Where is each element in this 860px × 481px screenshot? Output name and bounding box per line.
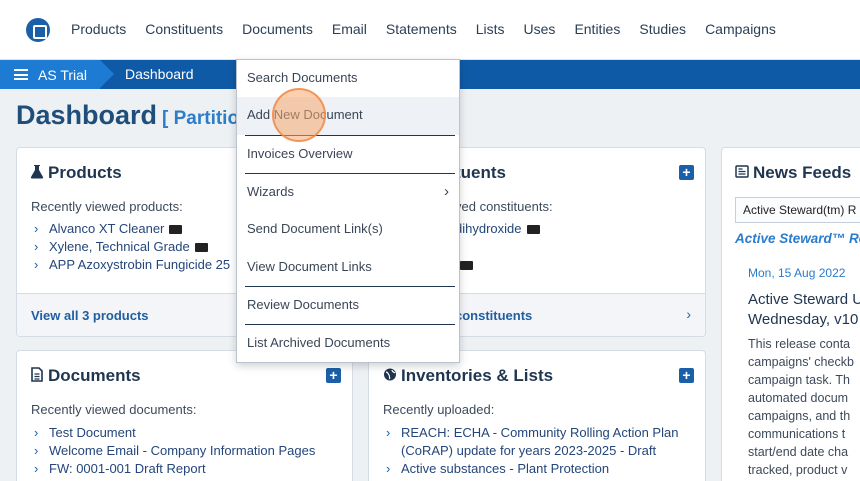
- constituents-list: dihydroxide: [455, 220, 540, 238]
- menu-item-wizards[interactable]: Wizards ›: [237, 174, 459, 212]
- menu-item-send-document-links[interactable]: Send Document Link(s): [237, 211, 459, 249]
- chevron-right-icon: ›: [386, 461, 391, 476]
- news-body: This release conta campaigns' checkb cam…: [748, 337, 854, 477]
- documents-card: Documents + Recently viewed documents: ›…: [16, 350, 353, 481]
- nav-uses[interactable]: Uses: [524, 21, 556, 37]
- news-date: Mon, 15 Aug 2022: [748, 266, 846, 280]
- breadcrumb-home[interactable]: AS Trial: [0, 60, 114, 89]
- chevron-right-icon: ›: [34, 257, 39, 272]
- add-document-button[interactable]: +: [326, 368, 341, 383]
- chevron-right-icon[interactable]: ›: [686, 306, 691, 322]
- news-brand: Active Steward™ Re: [735, 231, 860, 246]
- laptop-icon: [526, 225, 540, 234]
- click-indicator: [272, 88, 326, 142]
- nav-studies[interactable]: Studies: [639, 21, 686, 37]
- menu-item-search-documents[interactable]: Search Documents: [237, 60, 459, 98]
- laptop-icon: [169, 225, 183, 234]
- news-source-select[interactable]: Active Steward(tm) R: [735, 197, 860, 223]
- breadcrumb-current: Dashboard: [125, 66, 194, 82]
- nav-products[interactable]: Products: [71, 21, 126, 37]
- list-item[interactable]: › Welcome Email - Company Information Pag…: [34, 442, 315, 460]
- laptop-icon: [194, 243, 208, 252]
- nav-email[interactable]: Email: [332, 21, 367, 37]
- hamburger-icon[interactable]: [14, 69, 28, 80]
- breadcrumb-home-label: AS Trial: [38, 66, 88, 83]
- documents-dropdown-menu: Search Documents Add New Document Invoic…: [236, 59, 460, 363]
- chevron-right-icon: ›: [386, 425, 391, 440]
- news-feeds-title: News Feeds: [735, 163, 851, 183]
- products-card-title: Products: [30, 163, 122, 183]
- add-inventory-button[interactable]: +: [679, 368, 694, 383]
- inventories-card: Inventories & Lists + Recently uploaded:…: [368, 350, 706, 481]
- list-item[interactable]: ›(CoRAP) update for years 2023-2025 - Dr…: [386, 442, 678, 460]
- laptop-icon: [460, 261, 473, 270]
- list-item[interactable]: › Alvanco XT Cleaner: [34, 220, 230, 238]
- newspaper-icon: [735, 165, 749, 178]
- view-all-constituents-link[interactable]: constituents: [455, 308, 532, 323]
- menu-item-invoices-overview[interactable]: Invoices Overview: [237, 136, 459, 174]
- app-logo[interactable]: [26, 18, 50, 42]
- flask-icon: [30, 165, 44, 179]
- list-item[interactable]: › FW: 0001-001 Draft Report: [34, 460, 315, 478]
- menu-item-view-document-links[interactable]: View Document Links: [237, 249, 459, 287]
- globe-icon: [384, 368, 396, 381]
- chevron-right-icon: ›: [34, 425, 39, 440]
- nav-lists[interactable]: Lists: [476, 21, 505, 37]
- list-item[interactable]: › Test Document: [34, 424, 315, 442]
- nav-statements[interactable]: Statements: [386, 21, 457, 37]
- documents-card-title: Documents: [30, 366, 141, 386]
- chevron-right-icon: ›: [34, 239, 39, 254]
- partition-label: [ Partitio: [162, 108, 240, 129]
- add-constituent-button[interactable]: +: [679, 165, 694, 180]
- menu-item-review-documents[interactable]: Review Documents: [237, 287, 459, 325]
- top-navbar: Products Constituents Documents Email St…: [0, 0, 860, 60]
- inventories-card-title: Inventories & Lists: [383, 366, 553, 386]
- chevron-right-icon: ›: [34, 443, 39, 458]
- document-icon: [31, 367, 43, 382]
- news-headline[interactable]: Active Steward U Wednesday, v10: [748, 290, 860, 330]
- list-item[interactable]: dihydroxide: [455, 220, 540, 238]
- menu-item-list-archived-documents[interactable]: List Archived Documents: [237, 325, 459, 363]
- main-menu: Products Constituents Documents Email St…: [71, 21, 795, 37]
- page-title: Dashboard: [16, 100, 158, 130]
- nav-constituents[interactable]: Constituents: [145, 21, 223, 37]
- chevron-right-icon: ›: [34, 461, 39, 476]
- list-item[interactable]: › Active substances - Plant Protection: [386, 460, 678, 478]
- products-recent-label: Recently viewed products:: [31, 199, 183, 214]
- documents-recent-label: Recently viewed documents:: [31, 402, 197, 417]
- nav-entities[interactable]: Entities: [574, 21, 620, 37]
- list-item[interactable]: › APP Azoxystrobin Fungicide 25: [34, 256, 230, 274]
- constituents-card-title: tuents: [455, 163, 506, 182]
- products-list: › Alvanco XT Cleaner › Xylene, Technical G…: [34, 220, 230, 274]
- chevron-right-icon: ›: [444, 183, 449, 200]
- constituents-recent-label: ved constituents:: [455, 199, 553, 214]
- view-all-products-link[interactable]: View all 3 products: [31, 308, 149, 323]
- documents-list: › Test Document › Welcome Email - Company …: [34, 424, 315, 478]
- nav-documents[interactable]: Documents: [242, 21, 313, 37]
- inventories-list: › REACH: ECHA - Community Rolling Action …: [386, 424, 678, 478]
- list-item[interactable]: › Xylene, Technical Grade: [34, 238, 230, 256]
- chevron-right-icon: ›: [34, 221, 39, 236]
- inventories-recent-label: Recently uploaded:: [383, 402, 495, 417]
- nav-campaigns[interactable]: Campaigns: [705, 21, 776, 37]
- menu-item-wizards-label: Wizards: [247, 184, 294, 199]
- menu-item-add-new-document[interactable]: Add New Document: [237, 97, 459, 135]
- list-item[interactable]: › REACH: ECHA - Community Rolling Action …: [386, 424, 678, 442]
